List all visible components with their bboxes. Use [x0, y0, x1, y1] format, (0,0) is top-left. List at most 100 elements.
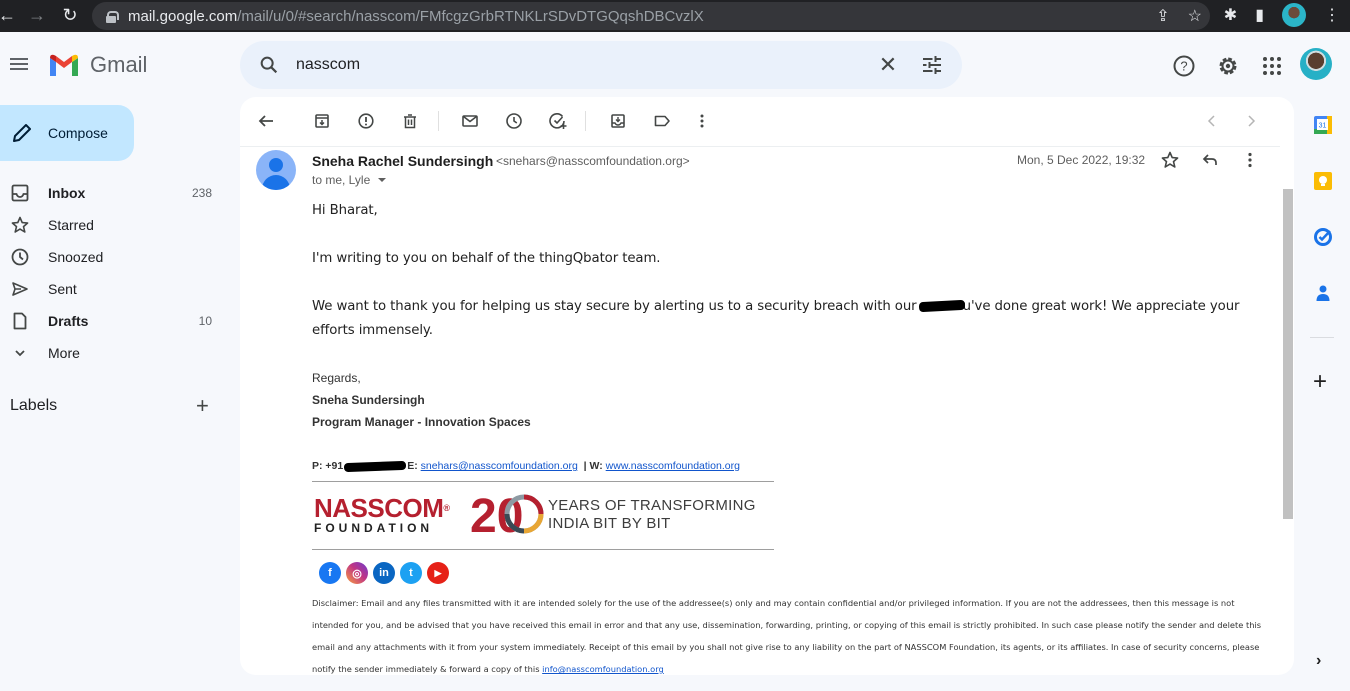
archive-icon[interactable]: [309, 109, 335, 133]
banner-tagline: YEARS OF TRANSFORMING INDIA BIT BY BIT: [548, 497, 756, 532]
reload-icon[interactable]: ↻: [55, 5, 85, 26]
reply-icon[interactable]: [1200, 150, 1220, 175]
forward-icon[interactable]: →: [22, 5, 52, 26]
twitter-icon[interactable]: t: [400, 562, 422, 584]
share-icon[interactable]: ⇪: [1156, 6, 1169, 26]
signature-title: Program Manager - Innovation Spaces: [312, 415, 531, 429]
signature-name: Sneha Sundersingh: [312, 393, 425, 407]
calendar-app-icon[interactable]: 31: [1311, 113, 1335, 137]
svg-text:31: 31: [1319, 123, 1327, 130]
sidebar-item-drafts[interactable]: Drafts 10: [0, 305, 230, 337]
star-message-icon[interactable]: [1160, 150, 1180, 175]
chrome-menu-icon[interactable]: ⋮: [1324, 5, 1340, 25]
disclaimer-text: Disclaimer: Email and any files transmit…: [312, 598, 1262, 674]
settings-icon[interactable]: [1208, 48, 1248, 84]
signature-email-link[interactable]: snehars@nasscomfoundation.org: [421, 460, 578, 472]
recipients-toggle[interactable]: to me, Lyle: [312, 173, 387, 187]
contacts-app-icon[interactable]: [1311, 281, 1335, 305]
divider: [312, 549, 774, 550]
newer-message-icon[interactable]: [1199, 109, 1225, 133]
main-menu-icon[interactable]: [10, 55, 30, 75]
pencil-icon: [13, 124, 31, 142]
message-toolbar: [240, 97, 1294, 145]
signature-website-link[interactable]: www.nasscomfoundation.org: [606, 460, 740, 472]
move-to-icon[interactable]: [605, 109, 631, 133]
search-options-icon[interactable]: [920, 53, 944, 77]
divider: [312, 481, 774, 482]
body-paragraph-1: I'm writing to you on behalf of the thin…: [312, 251, 661, 266]
sender-avatar[interactable]: [256, 150, 296, 190]
sidebar-item-starred[interactable]: Starred: [0, 209, 230, 241]
older-message-icon[interactable]: [1238, 109, 1264, 133]
sidebar-item-more[interactable]: More: [0, 337, 230, 369]
nasscom-foundation-logo[interactable]: NASSCOM® FOUNDATION: [314, 495, 450, 535]
greeting-text: Hi Bharat,: [312, 203, 378, 218]
apps-grid-icon[interactable]: [1252, 48, 1292, 84]
social-links: f ◎ in t ▶: [319, 562, 449, 584]
message-date: Mon, 5 Dec 2022, 19:32: [1017, 153, 1146, 167]
send-icon: [12, 282, 28, 296]
facebook-icon[interactable]: f: [319, 562, 341, 584]
show-details-icon[interactable]: [378, 178, 387, 182]
add-to-tasks-icon[interactable]: [545, 109, 571, 133]
side-panel-icon[interactable]: ▮: [1255, 5, 1264, 25]
help-icon[interactable]: ?: [1164, 48, 1204, 84]
message-view: Sneha Rachel Sundersingh <snehars@nassco…: [240, 97, 1294, 675]
expand-side-panel-icon[interactable]: ›: [1316, 652, 1321, 670]
compose-button[interactable]: Compose: [0, 105, 134, 161]
back-icon[interactable]: ←: [0, 5, 22, 26]
tasks-app-icon[interactable]: [1311, 225, 1335, 249]
body-paragraph-2: We want to thank you for helping us stay…: [312, 299, 1240, 314]
more-options-icon[interactable]: [689, 109, 715, 133]
clock-icon: [11, 248, 29, 266]
clear-search-icon[interactable]: ✕: [876, 53, 900, 77]
youtube-icon[interactable]: ▶: [427, 562, 449, 584]
url-text[interactable]: mail.google.com/mail/u/0/#search/nasscom…: [128, 8, 704, 25]
chevron-down-icon: [15, 350, 25, 357]
profile-avatar[interactable]: [1282, 3, 1306, 27]
mark-unread-icon[interactable]: [457, 109, 483, 133]
instagram-icon[interactable]: ◎: [346, 562, 368, 584]
search-icon[interactable]: [258, 54, 280, 76]
gmail-wordmark[interactable]: Gmail: [90, 52, 147, 78]
get-addons-icon[interactable]: +: [1313, 370, 1327, 394]
star-icon: [11, 216, 29, 233]
sender-name[interactable]: Sneha Rachel Sundersingh: [312, 153, 493, 169]
divider: [1310, 337, 1334, 338]
sidebar-item-sent[interactable]: Sent: [0, 273, 230, 305]
draft-icon: [13, 312, 27, 330]
sender-email: <snehars@nasscomfoundation.org>: [496, 154, 690, 168]
disclaimer-email-link[interactable]: info@nasscomfoundation.org: [542, 664, 664, 674]
labels-heading: Labels: [10, 397, 58, 414]
svg-text:?: ?: [1180, 59, 1187, 74]
signature-contact: P: +91 E: snehars@nasscomfoundation.org |…: [312, 460, 740, 472]
extensions-icon[interactable]: ✱: [1224, 5, 1237, 25]
scrollbar-thumb[interactable]: [1283, 189, 1293, 519]
compose-label: Compose: [48, 125, 108, 141]
keep-app-icon[interactable]: [1311, 169, 1335, 193]
back-to-search-icon[interactable]: [253, 109, 279, 133]
linkedin-icon[interactable]: in: [373, 562, 395, 584]
delete-icon[interactable]: [397, 109, 423, 133]
redaction-mark: [918, 299, 965, 313]
gmail-logo-icon[interactable]: [48, 52, 80, 78]
message-more-icon[interactable]: [1240, 150, 1260, 175]
unread-count: 238: [191, 186, 212, 200]
bookmark-star-icon[interactable]: ☆: [1188, 6, 1202, 26]
search-input[interactable]: [296, 53, 856, 77]
sidebar-item-inbox[interactable]: Inbox 238: [0, 177, 230, 209]
signature-regards: Regards,: [312, 371, 361, 385]
account-avatar[interactable]: [1300, 48, 1332, 80]
report-spam-icon[interactable]: [353, 109, 379, 133]
body-paragraph-2-cont: efforts immensely.: [312, 323, 433, 338]
label-icon[interactable]: [649, 109, 675, 133]
sidebar-item-snoozed[interactable]: Snoozed: [0, 241, 230, 273]
search-bar: ✕: [240, 41, 962, 89]
browser-toolbar: ← → ↻ mail.google.com/mail/u/0/#search/n…: [0, 0, 1350, 32]
lock-icon[interactable]: [106, 10, 119, 23]
add-label-icon[interactable]: +: [196, 395, 209, 417]
snooze-icon[interactable]: [501, 109, 527, 133]
address-bar[interactable]: mail.google.com/mail/u/0/#search/nasscom…: [92, 2, 1210, 30]
inbox-icon: [11, 184, 29, 202]
redaction-mark: [344, 460, 407, 472]
